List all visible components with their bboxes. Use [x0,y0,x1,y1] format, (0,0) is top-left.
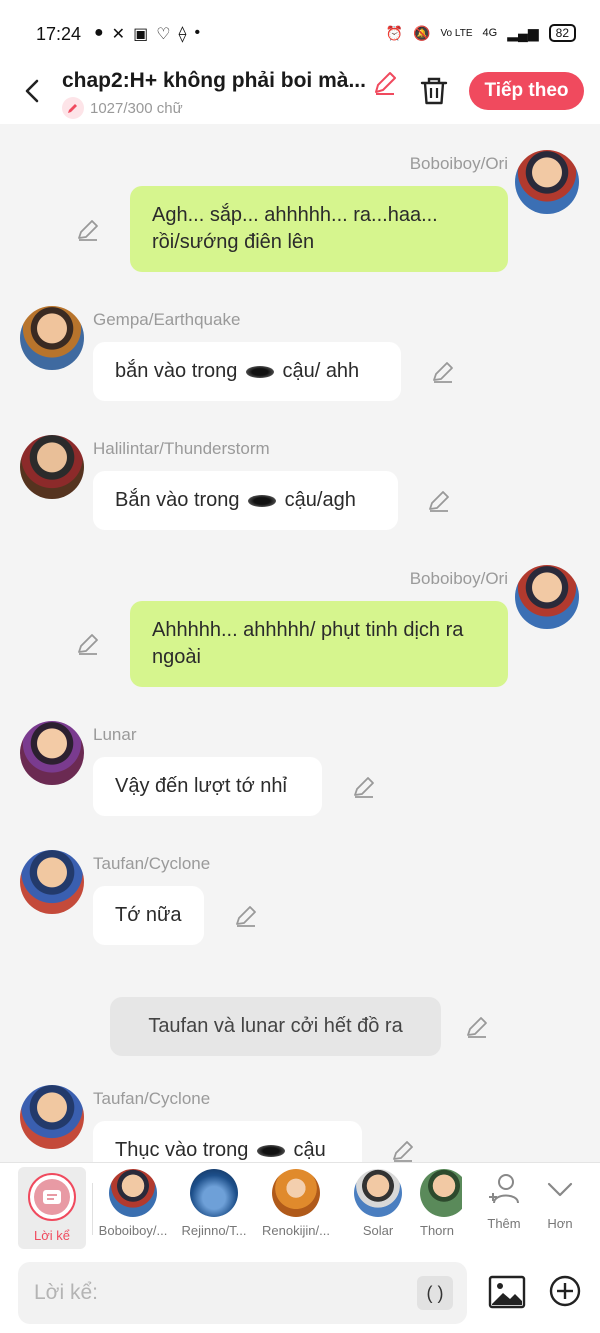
character-avatar [354,1169,402,1217]
character-option[interactable]: Solar [340,1169,416,1238]
mute-icon: 🔕 [413,24,431,41]
add-character-button[interactable]: Thêm [476,1171,532,1231]
character-avatar [190,1169,238,1217]
divider [92,1183,93,1235]
narration-bubble[interactable]: Taufan và lunar cởi hết đồ ra [110,997,441,1056]
character-avatar[interactable] [515,150,579,214]
app-notification-icon: ▣ [133,26,149,43]
narrator-option[interactable]: Lời kể [18,1167,86,1249]
character-avatar[interactable] [515,565,579,629]
character-avatar [109,1169,157,1217]
character-avatar [272,1169,320,1217]
speaker-name: Halilintar/Thunderstorm [93,439,270,458]
alarm-icon: ⏰ [385,24,403,41]
character-label: Thorn [420,1223,454,1238]
message-bubble[interactable]: Bắn vào trong cậu/agh [93,471,398,530]
chevron-down-icon [547,1182,573,1197]
add-person-icon [489,1174,519,1204]
character-label: Renokijin/... [262,1223,330,1238]
message-text: cậu [293,1139,326,1161]
character-option[interactable]: Boboiboy/... [95,1169,171,1238]
speaker-name: Taufan/Cyclone [93,1089,211,1108]
app-notification-icon: ♡ [156,26,171,43]
message-text: cậu/ ahh [282,360,360,382]
more-label: Hơn [547,1216,573,1231]
trash-icon[interactable] [420,76,448,106]
message-bubble[interactable]: Vậy đến lượt tớ nhỉ [93,757,322,816]
edit-message-icon[interactable] [465,1015,489,1039]
image-icon[interactable] [488,1274,526,1310]
edit-message-icon[interactable] [431,360,455,384]
character-avatar[interactable] [20,850,84,914]
narration-input[interactable] [18,1262,467,1324]
battery-icon: 82 [548,24,576,42]
status-bar: 17:24 ● ✕ ▣ ♡ ⟠ • ⏰ 🔕 Vo LTE 4G ▂▄▆ 82 [0,0,600,66]
more-dot-icon: • [194,24,201,41]
more-characters-button[interactable]: Hơn [532,1171,588,1231]
edit-message-icon[interactable] [234,904,258,928]
app-notification-icon: ⟠ [178,26,187,43]
character-avatar[interactable] [20,306,84,370]
message-text: bắn vào trong [115,360,238,382]
edit-message-icon[interactable] [76,218,100,242]
signal-bars-icon: ▂▄▆ [507,24,539,41]
edit-message-icon[interactable] [352,775,376,799]
message-bubble[interactable]: bắn vào trong cậu/ ahh [93,342,401,401]
add-label: Thêm [487,1216,521,1231]
hole-emoji-icon [248,494,277,507]
speaker-name: Taufan/Cyclone [93,854,211,873]
composer-bar: ( ) [0,1254,600,1333]
edit-message-icon[interactable] [427,489,451,513]
message-text: Bắn vào trong [115,489,240,511]
pencil-icon [62,97,84,119]
system-icons: ⏰ 🔕 Vo LTE 4G ▂▄▆ 82 [386,24,576,42]
word-count-row: 1027/300 chữ [62,97,183,119]
character-label: Rejinno/T... [181,1223,247,1238]
app-notification-icon: ● [94,24,104,41]
edit-message-icon[interactable] [391,1139,415,1162]
edit-title-icon[interactable] [372,70,398,96]
hole-emoji-icon [245,365,274,378]
character-avatar [420,1169,462,1217]
speaker-name: Lunar [93,725,137,744]
status-time: 17:24 [36,24,82,44]
narrator-label: Lời kể [34,1228,70,1243]
character-option[interactable]: Thorn [420,1169,462,1238]
character-label: Boboiboy/... [98,1223,168,1238]
app-notification-icon: ✕ [111,26,126,43]
character-option[interactable]: Renokijin/... [258,1169,334,1238]
message-bubble[interactable]: Thục vào trong cậu [93,1121,362,1162]
character-selector: Lời kể Boboiboy/... Rejinno/T... Renokij… [0,1162,600,1254]
character-avatar[interactable] [20,435,84,499]
editor-header: chap2:H+ không phải boi mà... 1027/300 c… [0,66,600,124]
word-count: 1027/300 chữ [90,99,183,117]
narration-icon [34,1179,70,1215]
message-bubble[interactable]: Tớ nữa [93,886,204,945]
chat-area[interactable]: Boboiboy/Ori Agh... sắp... ahhhhh... ra.… [0,124,600,1162]
chapter-title[interactable]: chap2:H+ không phải boi mà... [62,69,368,93]
speaker-name: Boboiboy/Ori [409,154,508,173]
signal-icon: 4G [482,27,498,39]
message-text: Thục vào trong [115,1139,249,1161]
message-bubble[interactable]: Ahhhhh... ahhhhh/ phụt tinh dịch ra ngoà… [130,601,508,687]
notification-icons: ● ✕ ▣ ♡ ⟠ • [94,24,200,44]
character-avatar[interactable] [20,721,84,785]
character-avatar[interactable] [20,1085,84,1149]
parentheses-button[interactable]: ( ) [417,1276,453,1310]
back-arrow-icon[interactable] [18,76,48,106]
add-plus-icon[interactable] [548,1274,582,1308]
edit-message-icon[interactable] [76,632,100,656]
hole-emoji-icon [256,1144,285,1157]
narrator-avatar [28,1173,76,1221]
speaker-name: Gempa/Earthquake [93,310,241,329]
character-label: Solar [362,1223,394,1238]
next-button[interactable]: Tiếp theo [469,72,584,110]
volte-icon: Vo LTE [440,27,473,39]
message-text: cậu/agh [284,489,356,511]
character-option[interactable]: Rejinno/T... [176,1169,252,1238]
message-bubble[interactable]: Agh... sắp... ahhhhh... ra...haa... rồi/… [130,186,508,272]
speaker-name: Boboiboy/Ori [409,569,508,588]
